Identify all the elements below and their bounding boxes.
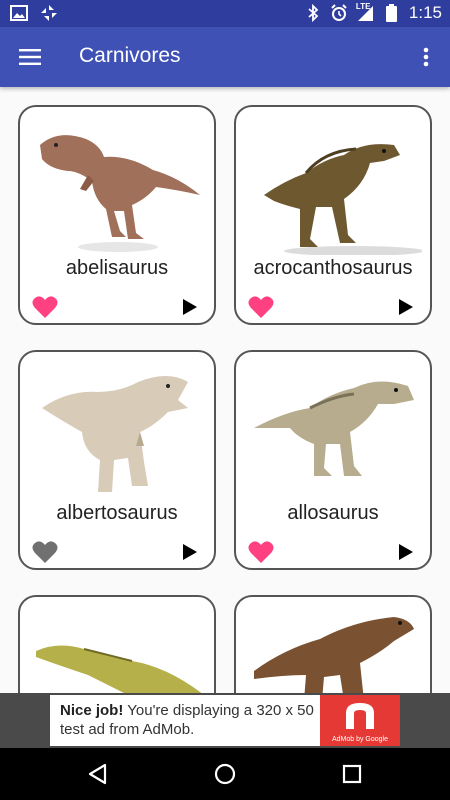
dinosaur-grid[interactable]: abelisaurus acrocanthosaurus albertosaur… [0,87,450,693]
image-notification-icon [10,5,28,21]
dinosaur-name: albertosaurus [56,502,178,524]
dinosaur-image [36,645,202,693]
dinosaur-card[interactable]: albertosaurus [18,350,216,570]
play-icon[interactable] [398,543,414,561]
dinosaur-card[interactable]: acrocanthosaurus [234,105,432,325]
admob-logo: AdMob by Google [320,695,400,746]
hamburger-menu-icon [19,49,41,65]
bluetooth-icon [308,4,319,22]
navigation-bar [0,748,450,800]
acrocanthosaurus-image [264,144,422,255]
dinosaur-card[interactable]: abelisaurus [18,105,216,325]
dinosaur-image [254,617,414,693]
dinosaur-card[interactable]: allosaurus [234,350,432,570]
dinosaur-name: allosaurus [287,502,379,524]
ad-banner[interactable]: Nice job! You're displaying a 320 x 50 t… [0,693,450,748]
play-icon[interactable] [398,298,414,316]
signal-lte-icon: LTE [355,2,378,22]
abelisaurus-image [40,135,200,252]
menu-button[interactable] [14,41,46,73]
battery-icon [385,4,397,22]
play-icon[interactable] [182,543,198,561]
more-vert-icon [423,47,429,67]
page-title: Carnivores [79,44,181,67]
status-bar: LTE 1:15 [0,0,450,27]
albertosaurus-image [42,376,188,492]
dinosaur-card[interactable] [18,595,216,693]
back-icon[interactable] [86,762,110,786]
overflow-menu-button[interactable] [414,41,438,73]
admob-icon [346,703,374,729]
lte-label: LTE [355,2,371,11]
dinosaur-name: acrocanthosaurus [253,257,413,279]
admob-brand-text: AdMob by Google [331,736,389,743]
sync-notification-icon [41,5,57,21]
play-icon[interactable] [182,298,198,316]
ad-text: Nice job! You're displaying a 320 x 50 t… [60,701,320,739]
recents-icon[interactable] [340,762,364,786]
dinosaur-name: abelisaurus [65,257,169,279]
clock-time: 1:15 [408,3,442,22]
favorite-heart-icon[interactable] [248,540,274,564]
home-icon[interactable] [213,762,237,786]
favorite-heart-icon[interactable] [32,540,58,564]
alarm-icon [331,4,347,21]
app-bar: Carnivores [0,27,450,87]
dinosaur-card[interactable] [234,595,432,693]
favorite-heart-icon[interactable] [32,295,58,319]
ad-content[interactable]: Nice job! You're displaying a 320 x 50 t… [50,695,400,746]
allosaurus-image [254,381,414,476]
favorite-heart-icon[interactable] [248,295,274,319]
ad-headline: Nice job! [60,702,124,719]
